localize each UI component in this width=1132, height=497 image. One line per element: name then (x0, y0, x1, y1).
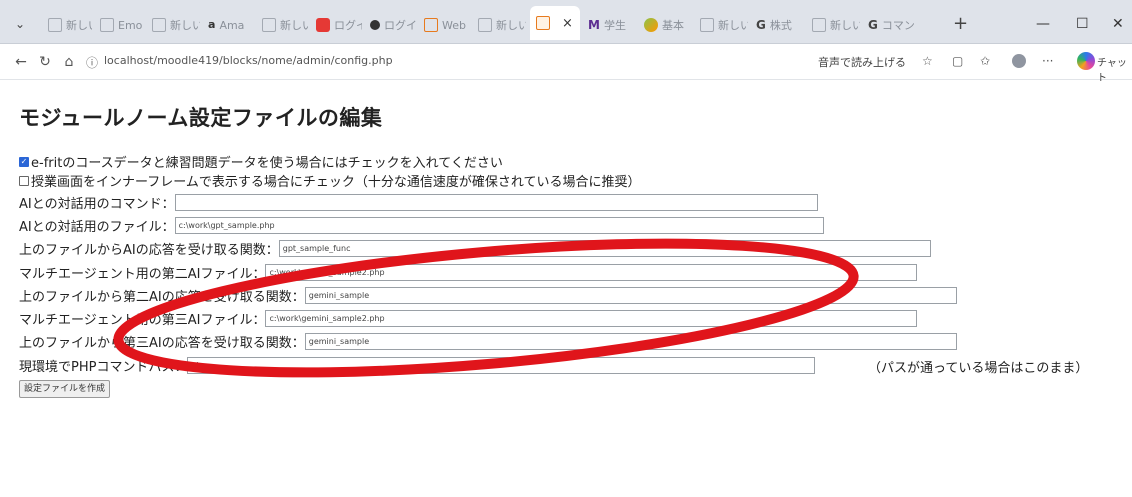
create-config-button[interactable]: 設定ファイルを作成 (19, 380, 111, 398)
g-icon: G (756, 18, 766, 32)
new-tab-button[interactable]: + (953, 14, 968, 34)
third-ai-function-input[interactable] (304, 332, 957, 350)
ai-function-row: 上のファイルからAIの応答を受け取る関数： (19, 239, 931, 258)
efrit-checkbox-label: e-fritのコースデータと練習問題データを使う場合にはチェックを入れてください (31, 156, 503, 171)
ai-file-input[interactable] (174, 216, 824, 234)
second-ai-file-input[interactable] (265, 263, 918, 281)
ai-command-label: AIとの対話用のコマンド： (19, 196, 175, 212)
page-title: モジュールノーム設定ファイルの編集 (19, 106, 383, 130)
third-ai-file-label: マルチエージェント用の第三AIファイル： (19, 312, 266, 328)
third-ai-file-row: マルチエージェント用の第三AIファイル： (19, 309, 918, 328)
ai-file-row: AIとの対話用のファイル： (19, 216, 824, 235)
amazon-icon: a (208, 18, 216, 31)
read-aloud-button[interactable]: 音声で読み上げる (818, 54, 906, 70)
copilot-icon[interactable] (1077, 52, 1095, 70)
browser-tab[interactable]: 新しい (474, 14, 526, 36)
red-icon (316, 18, 330, 32)
m-icon: M (588, 18, 600, 32)
tab-strip: ⌄ 新しい Emo 新しい a Ama 新しい ログイ ログイ Web 新しい … (0, 0, 1132, 44)
third-ai-file-input[interactable] (265, 309, 918, 327)
dot-icon (370, 20, 380, 30)
ai-function-label: 上のファイルからAIの応答を受け取る関数： (19, 242, 279, 258)
bird-icon (644, 18, 658, 32)
browser-tab[interactable]: 新しい (44, 14, 92, 36)
efrit-checkbox[interactable]: ✓ (19, 156, 29, 167)
browser-tab[interactable]: M 学生 (584, 14, 636, 36)
favorites-icon[interactable]: ✩ (980, 54, 990, 68)
browser-tab[interactable]: a Ama (204, 14, 254, 36)
browser-tab[interactable]: ログイ (366, 14, 416, 36)
profile-avatar[interactable] (1012, 54, 1026, 68)
third-ai-function-row: 上のファイルから第三AIの応答を受け取る関数： (19, 332, 957, 351)
moodle-icon (424, 18, 438, 32)
tab-actions-menu-icon[interactable]: ⌄ (10, 14, 30, 34)
page-icon (262, 18, 276, 32)
php-path-note: （パスが通っている場合はこのまま） (868, 361, 1089, 376)
page-content: モジュールノーム設定ファイルの編集 ✓ e-fritのコースデータと練習問題デー… (0, 80, 1132, 497)
browser-tab[interactable]: 新しい (258, 14, 308, 36)
iframe-checkbox-label: 授業画面をインナーフレームで表示する場合にチェック（十分な通信速度が確保されてい… (31, 175, 641, 190)
back-icon[interactable]: ← (12, 53, 30, 71)
more-menu-icon[interactable]: ··· (1042, 54, 1053, 68)
address-bar[interactable]: localhost/moodle419/blocks/nome/admin/co… (104, 54, 393, 67)
page-icon (478, 18, 492, 32)
ai-command-row: AIとの対話用のコマンド： (19, 193, 818, 212)
maximize-button[interactable]: ☐ (1076, 14, 1089, 34)
php-path-input[interactable] (187, 356, 816, 374)
moodle-icon (536, 16, 550, 30)
second-ai-file-label: マルチエージェント用の第二AIファイル： (19, 266, 266, 282)
browser-tab[interactable]: 基本 (640, 14, 692, 36)
page-icon (152, 18, 166, 32)
browser-tab[interactable]: Web (420, 14, 470, 36)
second-ai-function-label: 上のファイルから第二AIの応答を受け取る関数： (19, 289, 305, 305)
minimize-button[interactable]: — (1036, 14, 1050, 34)
ai-function-input[interactable] (278, 239, 931, 257)
ai-command-input[interactable] (174, 193, 818, 211)
browser-tab[interactable]: 新しい (148, 14, 200, 36)
second-ai-file-row: マルチエージェント用の第二AIファイル： (19, 263, 918, 282)
close-window-button[interactable]: ✕ (1112, 14, 1124, 34)
refresh-icon[interactable]: ↻ (36, 53, 54, 71)
browser-tab[interactable]: G 株式 (752, 14, 804, 36)
second-ai-function-row: 上のファイルから第二AIの応答を受け取る関数： (19, 286, 957, 305)
page-icon (700, 18, 714, 32)
php-path-label: 現環境でPHPコマンドパス： (19, 359, 188, 375)
g-icon: G (868, 18, 878, 32)
page-icon (100, 18, 114, 32)
browser-tab[interactable]: 新しい (808, 14, 860, 36)
site-info-icon[interactable]: ⓘ (86, 54, 98, 71)
browser-tab[interactable]: G コマン (864, 14, 940, 36)
efrit-checkbox-row[interactable]: ✓ e-fritのコースデータと練習問題データを使う場合にはチェックを入れてくだ… (19, 152, 503, 171)
iframe-checkbox[interactable] (19, 175, 29, 186)
ai-file-label: AIとの対話用のファイル： (19, 219, 175, 235)
browser-tab-active[interactable]: × (530, 6, 580, 40)
browser-toolbar: ← ↻ ⌂ ⓘ localhost/moodle419/blocks/nome/… (0, 44, 1132, 84)
favorite-star-icon[interactable]: ☆ (922, 54, 933, 68)
page-icon (812, 18, 826, 32)
split-screen-icon[interactable]: ▢ (952, 54, 963, 68)
page-icon (48, 18, 62, 32)
browser-tab[interactable]: ログイ (312, 14, 362, 36)
php-path-row: 現環境でPHPコマンドパス： (19, 356, 816, 375)
close-tab-icon[interactable]: × (562, 16, 573, 31)
browser-tab[interactable]: Emo (96, 14, 144, 36)
third-ai-function-label: 上のファイルから第三AIの応答を受け取る関数： (19, 335, 305, 351)
second-ai-function-input[interactable] (304, 286, 957, 304)
iframe-checkbox-row[interactable]: 授業画面をインナーフレームで表示する場合にチェック（十分な通信速度が確保されてい… (19, 171, 640, 190)
home-icon[interactable]: ⌂ (60, 53, 78, 71)
browser-tab[interactable]: 新しい (696, 14, 748, 36)
